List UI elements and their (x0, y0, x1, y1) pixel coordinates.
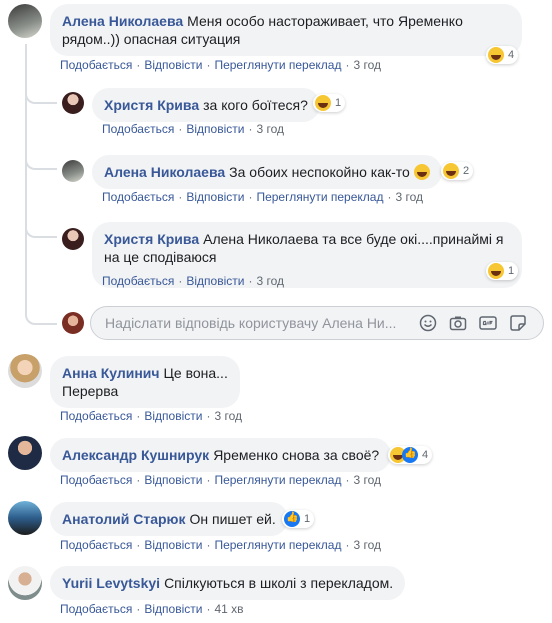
see-translation-link[interactable]: Переглянути переклад (214, 58, 341, 72)
reaction-count: 2 (463, 165, 470, 177)
reaction-count: 4 (508, 49, 515, 61)
comment-actions: Подобається · Відповісти · 3 год (102, 122, 284, 136)
comment-actions: Подобається · Відповісти · Переглянути перек… (60, 58, 382, 72)
comment-actions: Подобається · Відповісти · 3 год (60, 409, 242, 423)
comment-author[interactable]: Христя Крива (104, 97, 199, 113)
avatar[interactable] (62, 228, 84, 250)
like-link[interactable]: Подобається (102, 122, 174, 136)
like-link[interactable]: Подобається (102, 274, 174, 288)
reaction-summary[interactable]: 4 (388, 446, 433, 464)
like-icon (402, 447, 418, 463)
reaction-count: 4 (422, 449, 429, 461)
avatar[interactable] (8, 566, 42, 600)
comment-actions: Подобається · Відповісти · 41 хв (60, 602, 244, 616)
comment-text: За обоих неспокойно как-то (229, 164, 410, 180)
sticker-icon[interactable] (509, 314, 527, 332)
see-translation-link[interactable]: Переглянути переклад (256, 190, 383, 204)
see-translation-link[interactable]: Переглянути переклад (214, 538, 341, 552)
comment-text: за кого боїтеся? (203, 97, 308, 113)
comment-author[interactable]: Анатолий Старюк (62, 511, 186, 527)
comment-time[interactable]: 3 год (353, 538, 381, 552)
comment-time[interactable]: 3 год (214, 409, 242, 423)
comment-text: Спілкуються в школі з перекладом. (164, 575, 394, 591)
reply-link[interactable]: Відповісти (144, 409, 202, 423)
like-link[interactable]: Подобається (60, 538, 132, 552)
comment-bubble: Александр Кушнирук Яременко снова за своё… (50, 438, 392, 472)
avatar[interactable] (8, 501, 42, 535)
current-user-avatar (62, 312, 84, 334)
avatar[interactable] (8, 436, 42, 470)
thread-branch (25, 218, 57, 238)
haha-icon (488, 47, 504, 63)
like-link[interactable]: Подобається (60, 409, 132, 423)
reply-link[interactable]: Відповісти (144, 473, 202, 487)
reply-link[interactable]: Відповісти (186, 190, 244, 204)
thread-branch (25, 305, 57, 325)
comment-author[interactable]: Александр Кушнирук (62, 447, 209, 463)
reply-link[interactable]: Відповісти (186, 122, 244, 136)
comment-bubble: Алена Николаева За обоих неспокойно как-т… (92, 155, 442, 189)
comment-time[interactable]: 3 год (353, 58, 381, 72)
reaction-summary[interactable]: 2 (441, 162, 474, 180)
reply-link[interactable]: Відповісти (144, 58, 202, 72)
comment-bubble: Алена Николаева Меня особо настораживает,… (50, 4, 522, 56)
comment-author[interactable]: Христя Крива (104, 231, 199, 247)
like-link[interactable]: Подобається (102, 190, 174, 204)
see-translation-link[interactable]: Переглянути переклад (214, 473, 341, 487)
comment-author[interactable]: Анна Кулинич (62, 365, 160, 381)
comment-time[interactable]: 3 год (395, 190, 423, 204)
reaction-summary[interactable]: 4 (486, 46, 519, 64)
reply-input-placeholder: Надіслати відповідь користувачу Алена Ни… (105, 315, 397, 331)
comment-author[interactable]: Yurii Levytskyi (62, 575, 160, 591)
like-link[interactable]: Подобається (60, 602, 132, 616)
haha-icon (488, 263, 504, 279)
reaction-summary[interactable]: 1 (313, 94, 346, 112)
comment-time[interactable]: 41 хв (214, 602, 243, 616)
avatar[interactable] (8, 354, 42, 388)
avatar[interactable] (8, 4, 42, 38)
comment-time[interactable]: 3 год (256, 274, 284, 288)
reply-link[interactable]: Відповісти (186, 274, 244, 288)
thread-branch (25, 150, 57, 170)
comment-actions: Подобається · Відповісти · 3 год (102, 274, 284, 288)
laughing-emoji-icon (413, 164, 430, 180)
comment-actions: Подобається · Відповісти · Переглянути перек… (102, 190, 424, 204)
comment-bubble: Yurii Levytskyi Спілкуються в школі з пер… (50, 566, 406, 600)
comment-bubble: Анатолий Старюк Он пишет ей. (50, 502, 288, 536)
comment-actions: Подобається · Відповісти · Переглянути перек… (60, 473, 382, 487)
reply-link[interactable]: Відповісти (144, 538, 202, 552)
reaction-count: 1 (335, 97, 342, 109)
like-link[interactable]: Подобається (60, 58, 132, 72)
reaction-count: 1 (508, 265, 515, 277)
comment-text: Он пишет ей. (189, 511, 276, 527)
thread-branch (25, 84, 57, 104)
camera-icon[interactable] (449, 314, 467, 332)
comment-bubble: Христя Крива за кого боїтеся? (92, 88, 320, 122)
haha-icon (443, 163, 459, 179)
reaction-summary[interactable]: 1 (486, 262, 519, 280)
comment-actions: Подобається · Відповісти · Переглянути перек… (60, 538, 382, 552)
comment-time[interactable]: 3 год (353, 473, 381, 487)
comment-time[interactable]: 3 год (256, 122, 284, 136)
comment-bubble: Анна Кулинич Це вона... Перерва (50, 356, 240, 408)
reply-input[interactable]: Надіслати відповідь користувачу Алена Ни… (90, 306, 544, 340)
emoji-icon[interactable] (419, 314, 437, 332)
avatar[interactable] (62, 92, 84, 114)
reaction-count: 1 (304, 513, 311, 525)
reaction-summary[interactable]: 1 (282, 510, 315, 528)
like-link[interactable]: Подобається (60, 473, 132, 487)
comment-author[interactable]: Алена Николаева (62, 13, 183, 29)
haha-icon (315, 95, 331, 111)
comment-text: Яременко снова за своё? (213, 447, 380, 463)
avatar[interactable] (62, 160, 84, 182)
comment-author[interactable]: Алена Николаева (104, 164, 225, 180)
gif-icon[interactable] (479, 314, 497, 332)
like-icon (284, 511, 300, 527)
reply-link[interactable]: Відповісти (144, 602, 202, 616)
